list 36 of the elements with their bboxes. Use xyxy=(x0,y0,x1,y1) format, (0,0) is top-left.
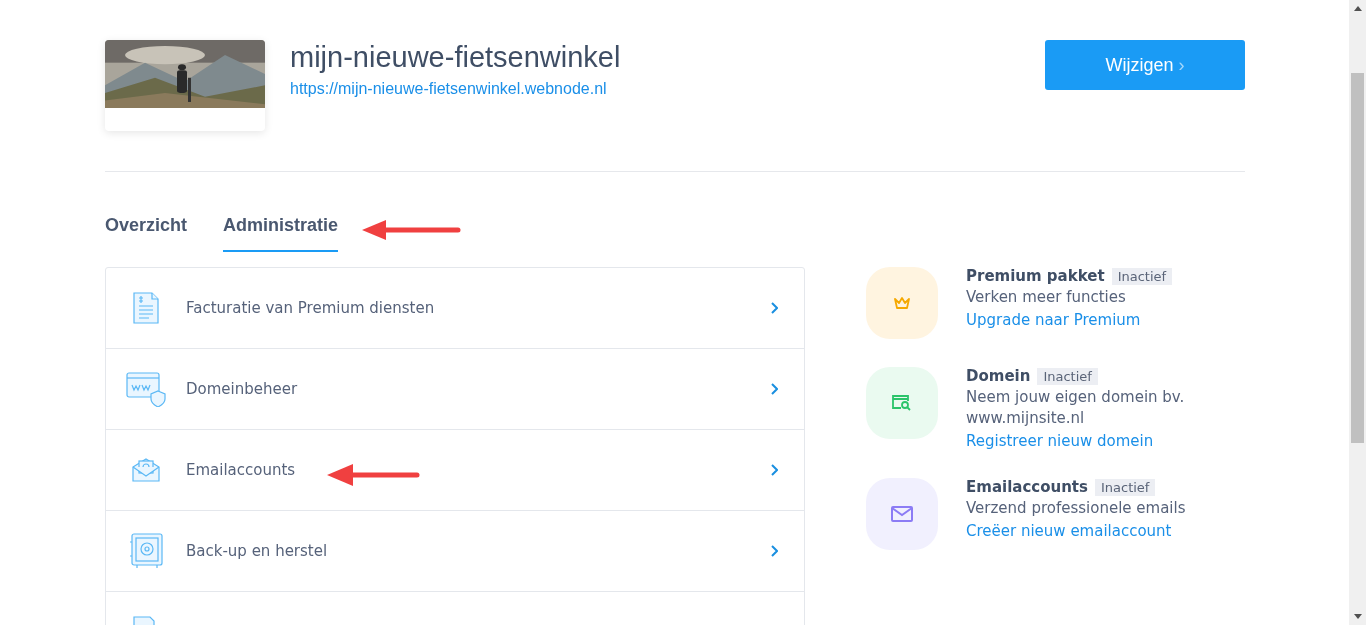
scroll-up-icon[interactable] xyxy=(1353,6,1362,11)
service-description: Verzend professionele emails xyxy=(966,499,1186,517)
service-link[interactable]: Registreer nieuw domein xyxy=(966,432,1185,450)
service-title: Emailaccounts xyxy=(966,478,1088,496)
service-link[interactable]: Creëer nieuw emailaccount xyxy=(966,522,1186,540)
menu-item-label: Facturatie van Premium diensten xyxy=(186,299,435,317)
status-badge: Inactief xyxy=(1111,267,1173,285)
browser-shield-icon xyxy=(126,371,166,407)
chevron-right-icon xyxy=(770,383,778,395)
service-description: Verken meer functies xyxy=(966,288,1127,306)
menu-item-label: Domeinbeheer xyxy=(186,380,298,398)
service-description: Neem jouw eigen domein bv. xyxy=(966,388,1185,406)
chevron-right-icon xyxy=(770,302,778,314)
menu-item[interactable]: Domeinbeheer xyxy=(106,349,804,430)
status-badge: Inactief xyxy=(1037,367,1098,385)
menu-item[interactable]: Facturatie van Premium diensten xyxy=(106,268,804,349)
envelope-icon xyxy=(891,506,913,522)
status-badge: Inactief xyxy=(1094,478,1156,496)
tab[interactable]: Administratie xyxy=(223,215,339,252)
site-title: mijn-nieuwe-fietsenwinkel xyxy=(290,40,622,74)
menu-item-label: Back-up en herstel xyxy=(186,542,328,560)
tab[interactable]: Overzicht xyxy=(105,215,188,252)
service-description: www.mijnsite.nl xyxy=(966,409,1086,427)
service-title: Premium pakket xyxy=(966,267,1105,285)
service-title: Domein xyxy=(966,367,1031,385)
site-url-link[interactable]: https://mijn-nieuwe-fietsenwinkel.webnode.nl xyxy=(290,80,1045,98)
scrollbar[interactable] xyxy=(1349,0,1366,625)
menu-item-label: Emailaccounts xyxy=(186,461,296,479)
chevron-right-icon xyxy=(770,464,778,476)
scroll-thumb[interactable] xyxy=(1351,73,1364,443)
chevron-right-icon xyxy=(770,545,778,557)
crown-icon xyxy=(894,296,910,310)
menu-item[interactable]: Back-up en herstel xyxy=(106,511,804,592)
scroll-down-icon[interactable] xyxy=(1353,614,1362,619)
service-link[interactable]: Upgrade naar Premium xyxy=(966,311,1173,329)
browser-search-icon xyxy=(892,395,912,411)
